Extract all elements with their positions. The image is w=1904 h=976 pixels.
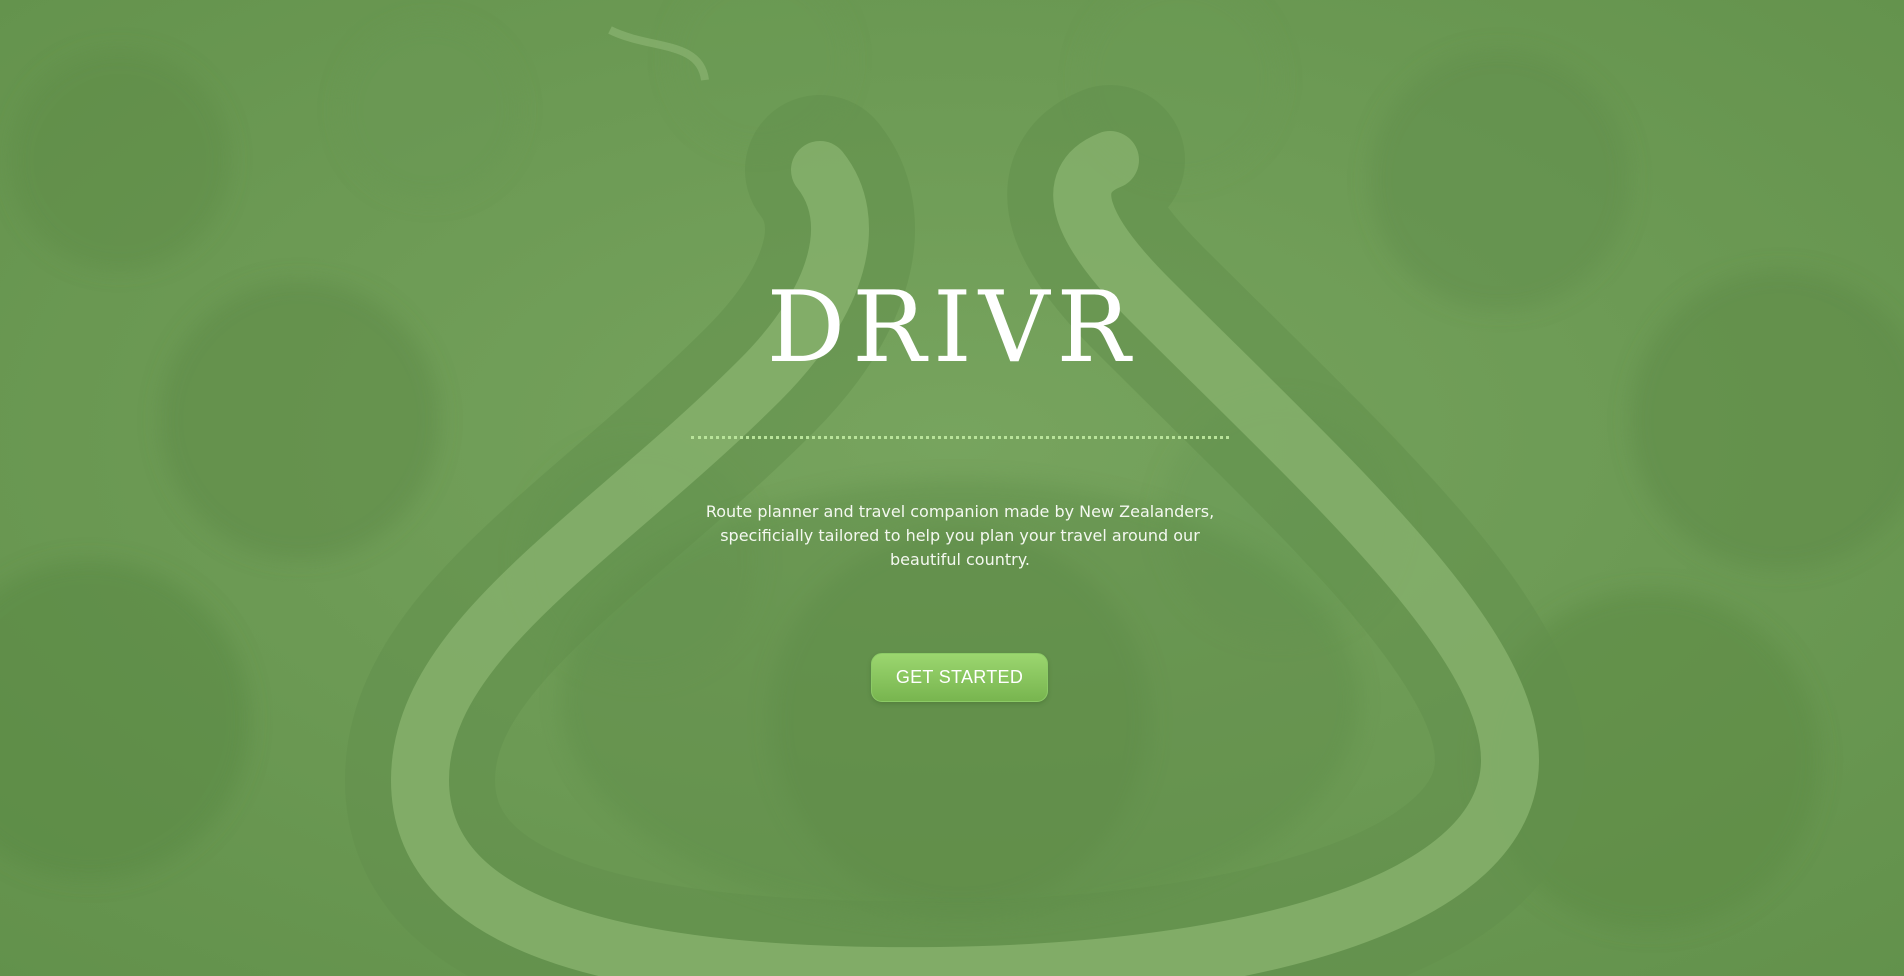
get-started-button[interactable]: GET STARTED <box>871 653 1048 702</box>
hero-content: DRIVR Route planner and travel companion… <box>0 0 1904 976</box>
tagline: Route planner and travel companion made … <box>705 502 1215 569</box>
title-divider <box>691 436 1229 439</box>
app-title: DRIVR <box>766 271 1138 385</box>
hero-section: DRIVR Route planner and travel companion… <box>0 0 1904 976</box>
